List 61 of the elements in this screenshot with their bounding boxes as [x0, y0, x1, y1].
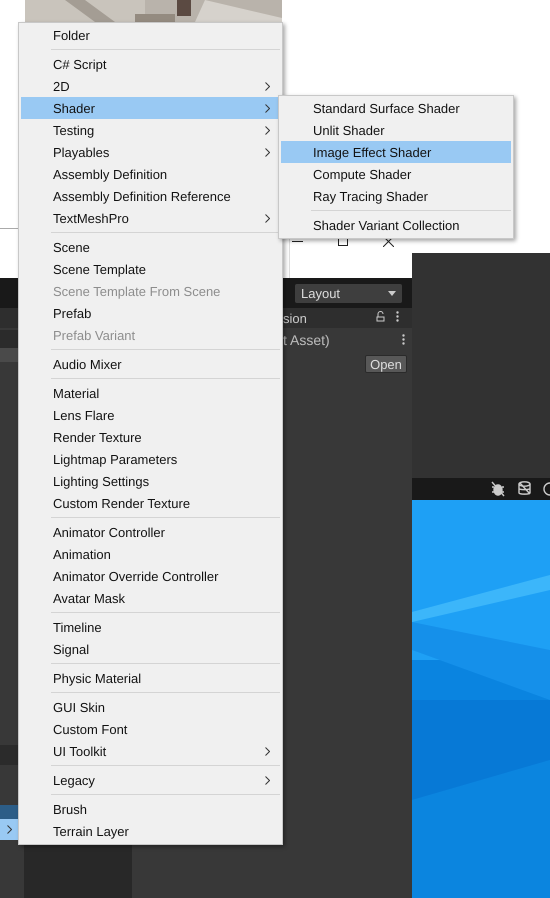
menu-item[interactable]: Standard Surface Shader — [281, 97, 511, 119]
menu-item[interactable]: Physic Material — [21, 667, 280, 689]
chevron-right-icon — [265, 126, 270, 134]
menu-item[interactable]: TextMeshPro — [21, 207, 280, 229]
chevron-right-icon — [265, 104, 270, 112]
menu-item[interactable]: Ray Tracing Shader — [281, 185, 511, 207]
menu-item[interactable]: Lighting Settings — [21, 470, 280, 492]
caret-icon — [388, 291, 396, 296]
menu-item[interactable]: Playables — [21, 141, 280, 163]
menu-item[interactable]: Shader — [21, 97, 280, 119]
menu-item[interactable]: Custom Render Texture — [21, 492, 280, 514]
menu-item[interactable]: 2D — [21, 75, 280, 97]
menu-item[interactable]: Assembly Definition Reference — [21, 185, 280, 207]
refresh-icon[interactable] — [541, 481, 550, 496]
menu-item[interactable]: Animator Override Controller — [21, 565, 280, 587]
chevron-right-icon — [265, 82, 270, 90]
menu-item[interactable]: Brush — [21, 798, 280, 820]
chevron-right-icon — [265, 148, 270, 156]
menu-item[interactable]: Unlit Shader — [281, 119, 511, 141]
menu-item[interactable]: Terrain Layer — [21, 820, 280, 842]
menu-item[interactable]: Material — [21, 382, 280, 404]
menu-item[interactable]: Lens Flare — [21, 404, 280, 426]
chevron-right-icon — [265, 214, 270, 222]
layout-dropdown[interactable]: Layout — [295, 284, 402, 303]
menu-item[interactable]: C# Script — [21, 53, 280, 75]
more-icon[interactable] — [402, 334, 405, 345]
chevron-right-icon — [265, 746, 270, 756]
minimize-icon[interactable] — [292, 240, 303, 243]
menu-item[interactable]: Testing — [21, 119, 280, 141]
menu-item[interactable]: Prefab — [21, 302, 280, 324]
selected-row[interactable] — [0, 819, 18, 840]
menu-item[interactable]: GUI Skin — [21, 696, 280, 718]
menu-item[interactable]: Lightmap Parameters — [21, 448, 280, 470]
menu-item[interactable]: UI Toolkit — [21, 740, 280, 762]
menu-item[interactable]: Compute Shader — [281, 163, 511, 185]
menu-item[interactable]: Scene — [21, 236, 280, 258]
menu-item[interactable]: Image Effect Shader — [281, 141, 511, 163]
chevron-right-icon — [265, 776, 270, 784]
bug-icon[interactable] — [491, 481, 505, 497]
database-icon[interactable] — [518, 481, 531, 496]
more-icon[interactable] — [396, 311, 399, 322]
menu-item[interactable]: Render Texture — [21, 426, 280, 448]
menu-item[interactable]: Custom Font — [21, 718, 280, 740]
panel-header — [0, 745, 18, 765]
menu-item[interactable]: Folder — [21, 24, 280, 46]
menu-item[interactable]: Shader Variant Collection — [281, 214, 511, 236]
inspector-title: sion — [283, 311, 307, 326]
menu-item[interactable]: Scene Template — [21, 258, 280, 280]
lock-icon[interactable] — [376, 311, 385, 322]
menu-item[interactable]: Animator Controller — [21, 521, 280, 543]
menu-item[interactable]: Legacy — [21, 769, 280, 791]
menu-item[interactable]: Audio Mixer — [21, 353, 280, 375]
panel-header — [0, 330, 18, 348]
menu-item[interactable]: Assembly Definition — [21, 163, 280, 185]
chevron-right-icon — [6, 825, 12, 834]
open-button[interactable]: Open — [365, 355, 407, 373]
menu-item[interactable]: Avatar Mask — [21, 587, 280, 609]
menu-item[interactable]: Signal — [21, 638, 280, 660]
menu-item[interactable]: Animation — [21, 543, 280, 565]
menu-item[interactable]: Timeline — [21, 616, 280, 638]
asset-name: t Asset) — [283, 332, 330, 348]
